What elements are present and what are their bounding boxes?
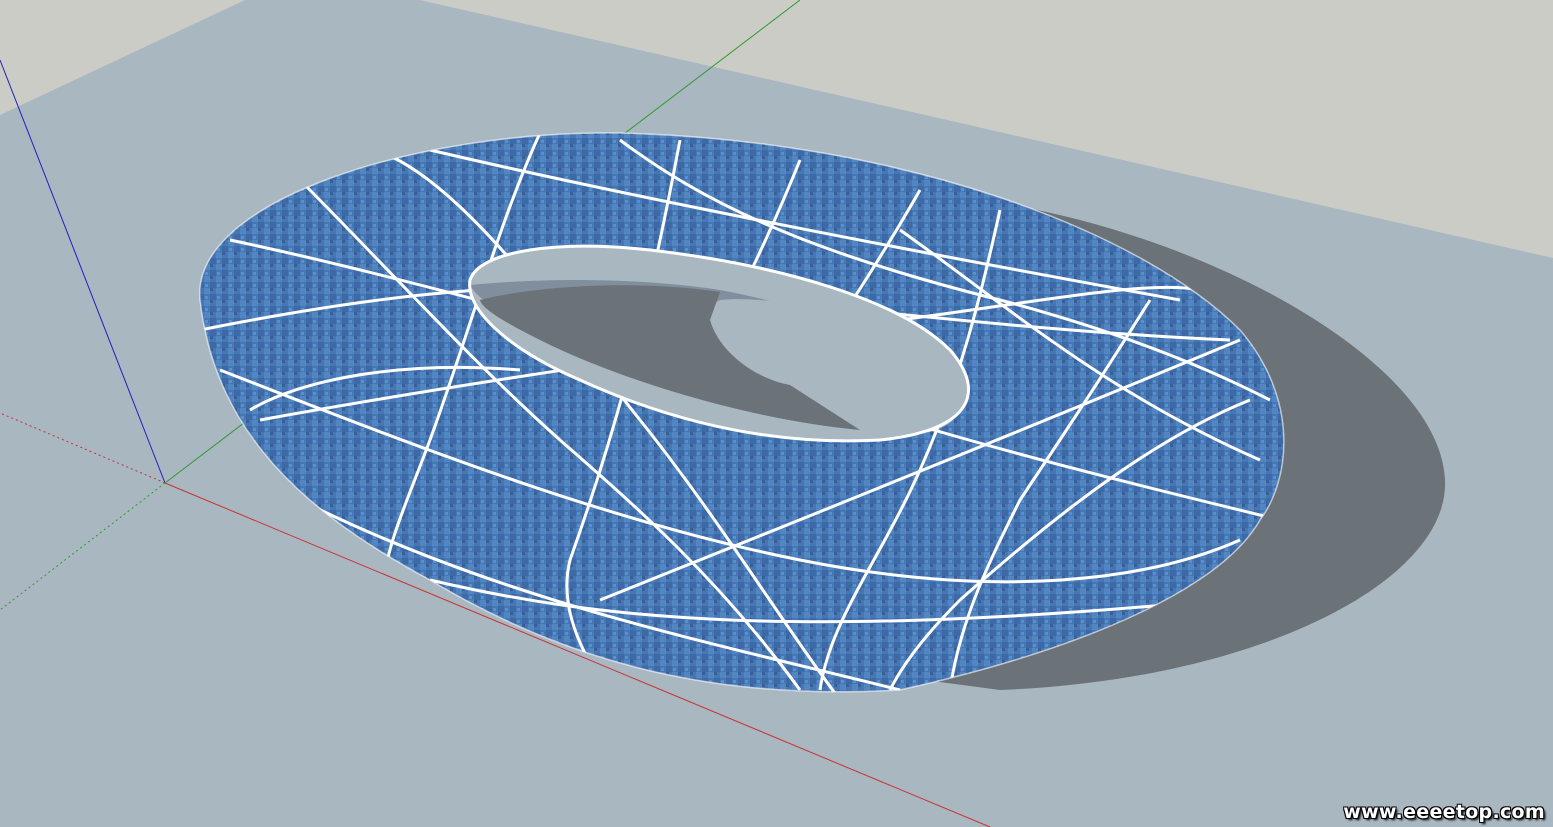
model-viewport[interactable] <box>0 0 1553 827</box>
torus-ring-model[interactable] <box>199 132 1285 700</box>
sky-band <box>0 0 245 115</box>
blue-axis <box>0 59 166 484</box>
watermark-text: www.eeeetop.com <box>1343 801 1545 823</box>
green-axis-dotted <box>0 482 166 611</box>
red-axis-dotted <box>0 412 166 484</box>
